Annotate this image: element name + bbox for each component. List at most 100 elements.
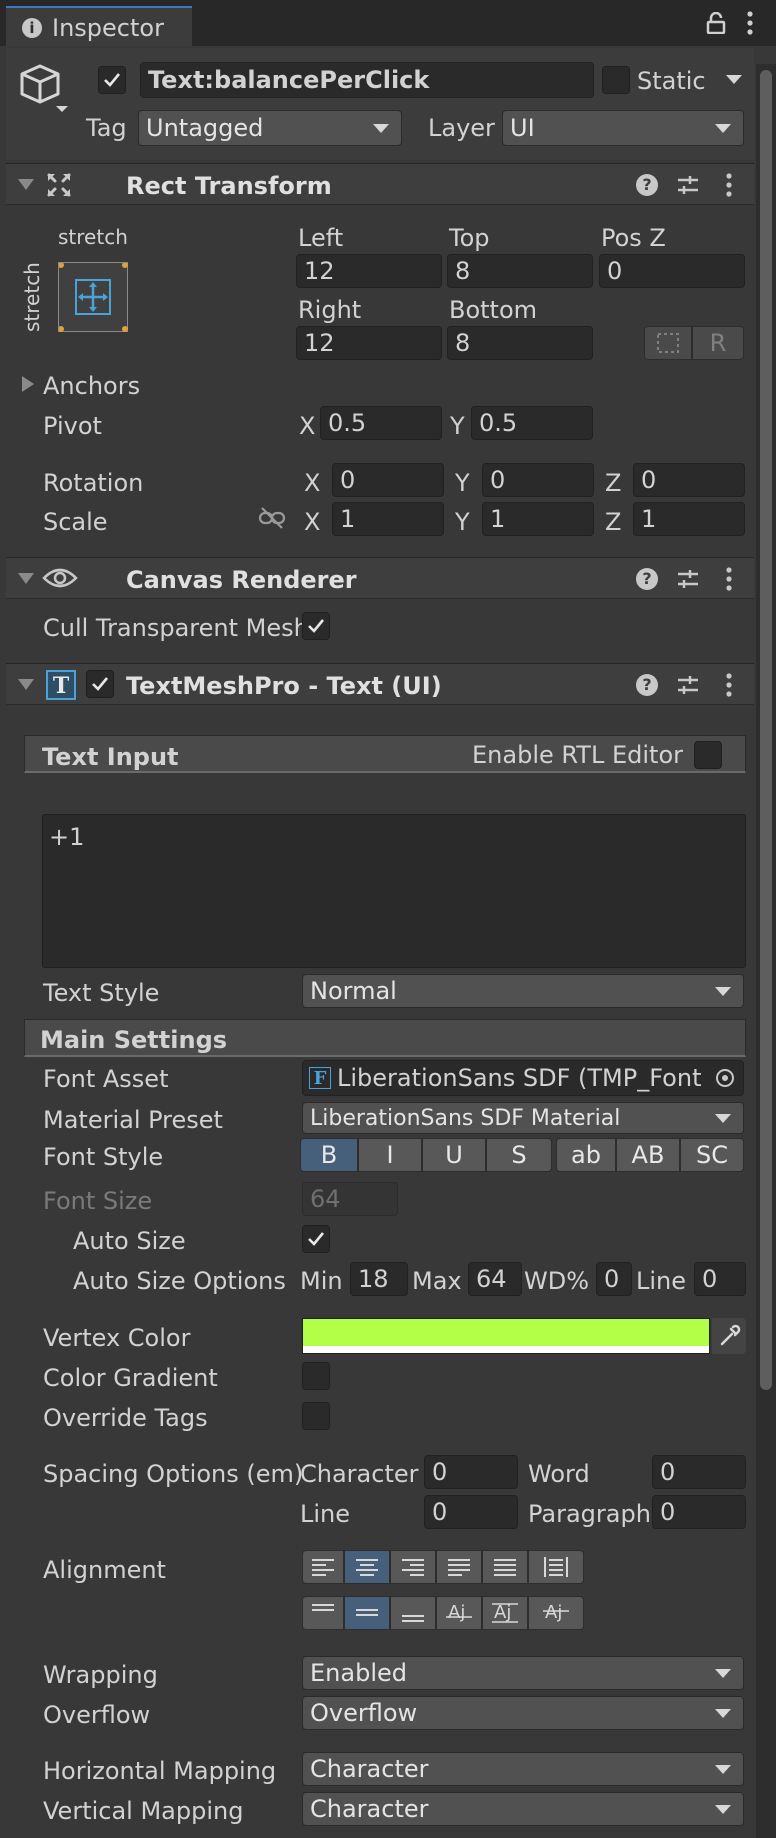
presets-icon[interactable] <box>676 568 700 590</box>
help-icon[interactable]: ? <box>636 174 658 196</box>
auto-size-min-field[interactable]: 18 <box>350 1262 408 1296</box>
auto-size-max-field[interactable]: 64 <box>468 1262 522 1296</box>
auto-size-wd-field[interactable]: 0 <box>596 1262 632 1296</box>
pivot-x-field[interactable]: 0.5 <box>320 406 442 440</box>
scale-z-field[interactable]: 1 <box>633 502 745 536</box>
anchors-label[interactable]: Anchors <box>43 374 140 398</box>
paragraph-spacing-field[interactable]: 0 <box>652 1495 746 1529</box>
font-style-lowercase-button[interactable]: ab <box>556 1138 616 1172</box>
cull-checkbox[interactable] <box>302 612 330 640</box>
align-baseline-button[interactable]: Aj <box>436 1596 482 1630</box>
left-field[interactable]: 12 <box>296 254 442 288</box>
font-style-strikethrough-button[interactable]: S <box>486 1138 552 1172</box>
component-menu-icon[interactable] <box>724 566 734 592</box>
inspector-tab[interactable]: i Inspector <box>6 6 192 46</box>
wrapping-dropdown[interactable]: Enabled <box>302 1656 744 1690</box>
scale-y-field[interactable]: 1 <box>482 502 594 536</box>
blueprint-mode-button[interactable] <box>644 326 692 360</box>
align-midline-button[interactable]: Aj <box>482 1596 528 1630</box>
rotation-x-field[interactable]: 0 <box>332 463 444 497</box>
right-field[interactable]: 12 <box>296 326 442 360</box>
font-style-smallcaps-button[interactable]: SC <box>680 1138 744 1172</box>
foldout-arrow-icon[interactable] <box>18 679 34 690</box>
align-middle-button[interactable] <box>344 1596 390 1630</box>
gameobject-name-field[interactable]: Text:balancePerClick <box>140 62 594 98</box>
tab-menu-icon[interactable] <box>744 10 756 36</box>
posz-field[interactable]: 0 <box>599 254 745 288</box>
font-style-italic-button[interactable]: I <box>358 1138 422 1172</box>
component-menu-icon[interactable] <box>724 672 734 698</box>
material-preset-dropdown[interactable]: LiberationSans SDF Material <box>302 1102 744 1134</box>
color-gradient-checkbox[interactable] <box>302 1362 330 1390</box>
object-picker-icon[interactable] <box>707 1061 743 1095</box>
bottom-field[interactable]: 8 <box>447 326 593 360</box>
align-right-button[interactable] <box>390 1550 436 1584</box>
text-style-dropdown[interactable]: Normal <box>302 974 744 1008</box>
font-size-label: Font Size <box>43 1187 153 1215</box>
tag-label: Tag <box>86 114 127 142</box>
character-spacing-field[interactable]: 0 <box>424 1455 518 1489</box>
chevron-down-icon <box>715 1765 731 1774</box>
help-icon[interactable]: ? <box>636 674 658 696</box>
horizontal-mapping-dropdown[interactable]: Character <box>302 1752 744 1786</box>
scale-x-field[interactable]: 1 <box>332 502 444 536</box>
line-spacing-field[interactable]: 0 <box>424 1495 518 1529</box>
eyedropper-icon[interactable] <box>712 1318 746 1354</box>
font-asset-field[interactable]: F LiberationSans SDF (TMP_Font A <box>302 1060 744 1096</box>
gameobject-cube-icon[interactable] <box>18 62 74 118</box>
foldout-arrow-icon[interactable] <box>18 573 34 584</box>
align-geometry-center-button[interactable] <box>528 1550 584 1584</box>
rotation-y-field[interactable]: 0 <box>482 463 594 497</box>
tmp-header[interactable]: T TextMeshPro - Text (UI) ? <box>6 663 754 705</box>
lock-icon[interactable] <box>706 11 726 35</box>
align-capline-button[interactable]: Aj <box>528 1596 584 1630</box>
anchors-foldout-icon[interactable] <box>22 376 34 392</box>
raw-edit-button[interactable]: R <box>692 326 744 360</box>
word-spacing-field[interactable]: 0 <box>652 1455 746 1489</box>
foldout-arrow-icon[interactable] <box>18 179 34 190</box>
align-flush-button[interactable] <box>482 1550 528 1584</box>
vertical-mapping-dropdown[interactable]: Character <box>302 1792 744 1826</box>
scale-x-label: X <box>304 508 321 536</box>
presets-icon[interactable] <box>676 174 700 196</box>
layer-dropdown[interactable]: UI <box>502 110 744 146</box>
presets-icon[interactable] <box>676 674 700 696</box>
static-checkbox[interactable] <box>602 66 630 94</box>
help-icon[interactable]: ? <box>636 568 658 590</box>
canvas-renderer-header[interactable]: Canvas Renderer ? <box>6 557 754 599</box>
active-checkbox[interactable] <box>98 66 126 94</box>
rtl-checkbox[interactable] <box>694 741 722 769</box>
component-menu-icon[interactable] <box>724 172 734 198</box>
align-justified-button[interactable] <box>436 1550 482 1584</box>
align-center-button[interactable] <box>344 1550 390 1584</box>
pivot-y-field[interactable]: 0.5 <box>471 406 593 440</box>
chevron-down-icon <box>715 124 731 133</box>
vertex-color-swatch[interactable] <box>302 1318 710 1354</box>
static-dropdown-icon[interactable] <box>726 75 742 84</box>
overflow-label: Overflow <box>43 1701 151 1729</box>
overflow-dropdown[interactable]: Overflow <box>302 1696 744 1730</box>
svg-text:Aj: Aj <box>448 1602 465 1623</box>
font-style-uppercase-button[interactable]: AB <box>616 1138 680 1172</box>
vertical-mapping-label: Vertical Mapping <box>43 1797 244 1825</box>
anchor-presets-button[interactable] <box>58 262 128 332</box>
rect-transform-header[interactable]: Rect Transform ? <box>6 163 754 205</box>
font-style-underline-button[interactable]: U <box>422 1138 486 1172</box>
paragraph-label: Paragraph <box>528 1500 651 1528</box>
align-bottom-button[interactable] <box>390 1596 436 1630</box>
rotation-z-field[interactable]: 0 <box>633 463 745 497</box>
top-field[interactable]: 8 <box>447 254 593 288</box>
chevron-down-icon <box>715 1709 731 1718</box>
auto-size-checkbox[interactable] <box>302 1225 330 1253</box>
align-left-button[interactable] <box>302 1550 344 1584</box>
align-top-button[interactable] <box>302 1596 344 1630</box>
unlink-icon[interactable] <box>258 506 286 530</box>
override-tags-checkbox[interactable] <box>302 1402 330 1430</box>
text-input-area[interactable]: +1 <box>42 814 746 968</box>
font-style-bold-button[interactable]: B <box>300 1138 358 1172</box>
chevron-down-icon <box>715 1114 731 1123</box>
auto-size-line-field[interactable]: 0 <box>694 1262 746 1296</box>
tmp-enabled-checkbox[interactable] <box>86 670 114 698</box>
scrollbar-thumb[interactable] <box>760 70 772 1390</box>
tag-dropdown[interactable]: Untagged <box>138 110 402 146</box>
